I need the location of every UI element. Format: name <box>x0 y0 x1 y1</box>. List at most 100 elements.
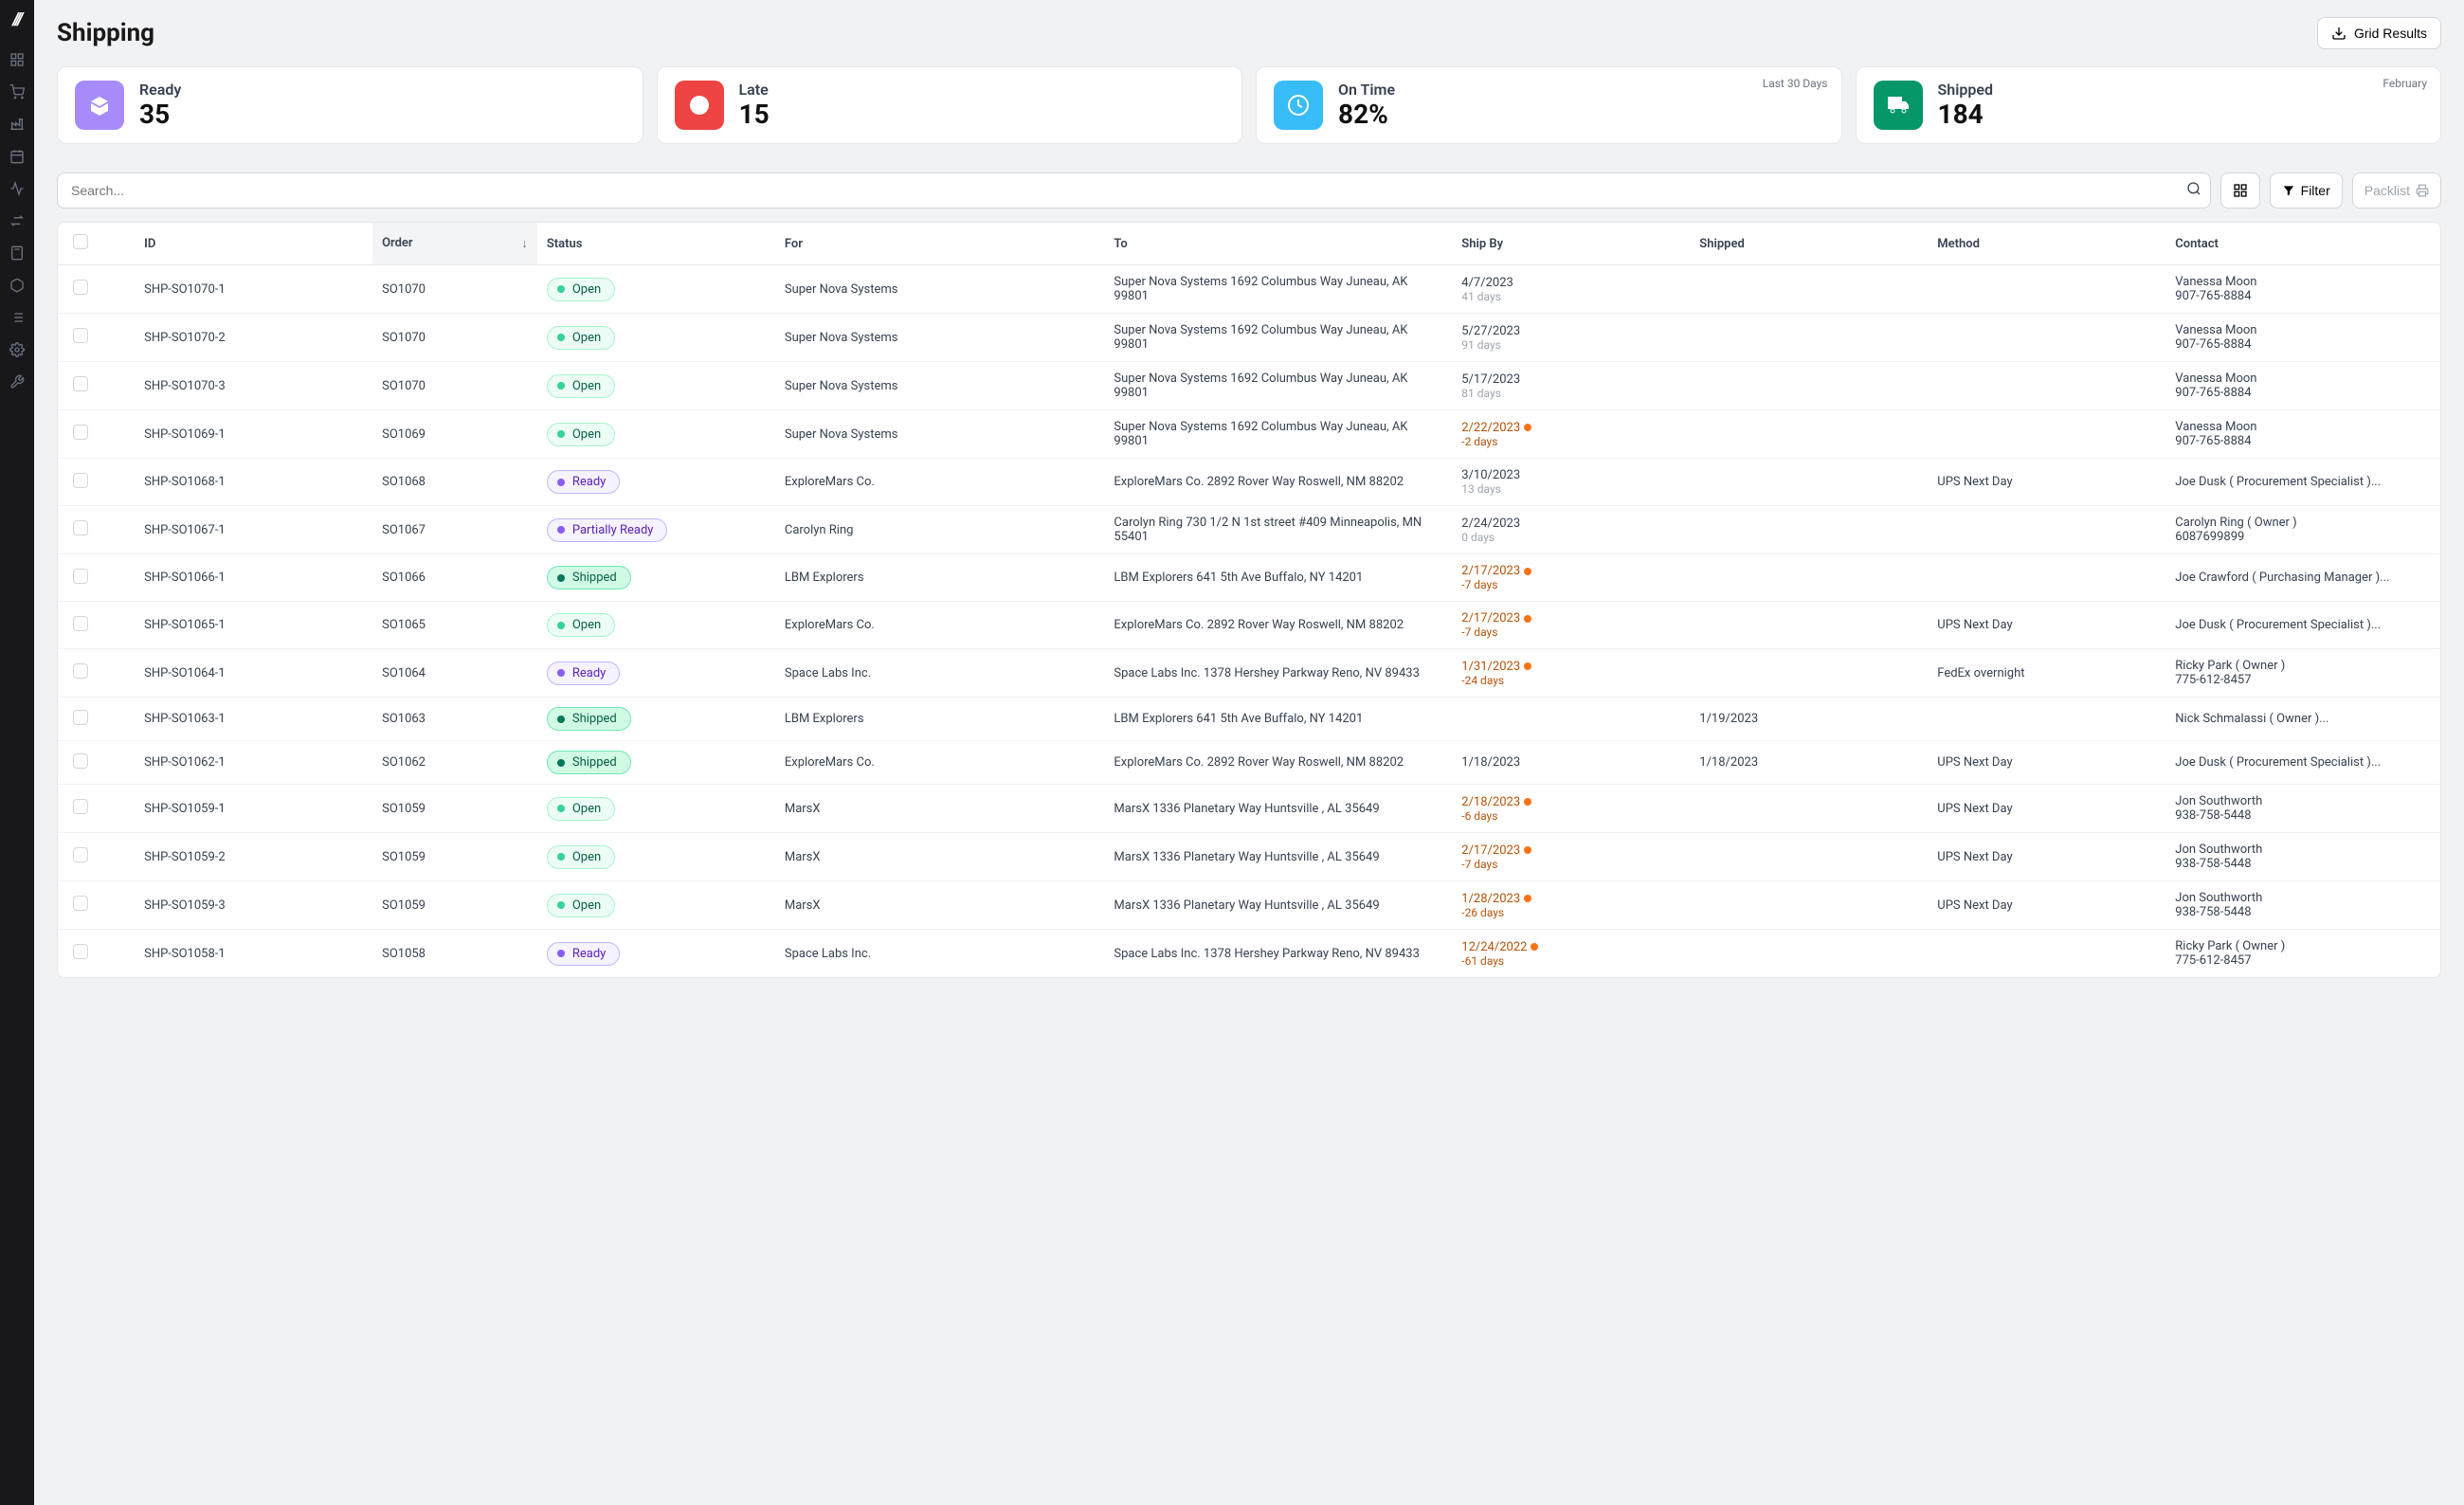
cell-order: SO1066 <box>372 554 537 602</box>
filter-label: Filter <box>2301 183 2330 198</box>
column-header[interactable]: Shipped <box>1690 223 1928 265</box>
table-row[interactable]: SHP-SO1066-1 SO1066 Shipped LBM Explorer… <box>58 554 2440 602</box>
cell-contact: Jon Southworth 938-758-5448 <box>2165 785 2440 833</box>
column-header[interactable]: To <box>1104 223 1452 265</box>
cell-contact: Ricky Park ( Owner ) 775-612-8457 <box>2165 649 2440 698</box>
cell-shipped <box>1690 410 1928 459</box>
download-icon <box>2331 26 2346 41</box>
row-checkbox[interactable] <box>73 896 88 911</box>
row-checkbox[interactable] <box>73 663 88 679</box>
row-checkbox[interactable] <box>73 569 88 584</box>
cell-shipped <box>1690 930 1928 978</box>
column-header[interactable]: For <box>775 223 1105 265</box>
row-checkbox[interactable] <box>73 753 88 769</box>
row-checkbox[interactable] <box>73 616 88 631</box>
nav-cart-icon[interactable] <box>8 82 27 101</box>
nav-activity-icon[interactable] <box>8 179 27 198</box>
cell-method <box>1928 265 2165 314</box>
cell-to: MarsX 1336 Planetary Way Huntsville , AL… <box>1104 785 1452 833</box>
cell-for: Super Nova Systems <box>775 265 1105 314</box>
row-checkbox[interactable] <box>73 280 88 295</box>
nav-factory-icon[interactable] <box>8 115 27 134</box>
nav-dashboard-icon[interactable] <box>8 50 27 69</box>
cell-shipped <box>1690 362 1928 410</box>
grid-results-button[interactable]: Grid Results <box>2317 17 2441 49</box>
view-toggle-button[interactable] <box>2220 172 2260 209</box>
sort-arrow-down-icon: ↓ <box>521 236 528 251</box>
cell-ship-by: 2/18/2023 -6 days <box>1452 785 1690 833</box>
table-row[interactable]: SHP-SO1070-1 SO1070 Open Super Nova Syst… <box>58 265 2440 314</box>
table-row[interactable]: SHP-SO1067-1 SO1067 Partially Ready Caro… <box>58 506 2440 554</box>
nav-calendar-icon[interactable] <box>8 147 27 166</box>
table-row[interactable]: SHP-SO1059-1 SO1059 Open MarsX MarsX 133… <box>58 785 2440 833</box>
cell-method <box>1928 554 2165 602</box>
cell-id: SHP-SO1070-3 <box>135 362 372 410</box>
row-checkbox[interactable] <box>73 520 88 535</box>
nav-package-icon[interactable] <box>8 276 27 295</box>
table-row[interactable]: SHP-SO1058-1 SO1058 Ready Space Labs Inc… <box>58 930 2440 978</box>
nav-list-icon[interactable] <box>8 308 27 327</box>
cell-method <box>1928 314 2165 362</box>
row-checkbox[interactable] <box>73 376 88 391</box>
cell-order: SO1070 <box>372 362 537 410</box>
table-row[interactable]: SHP-SO1064-1 SO1064 Ready Space Labs Inc… <box>58 649 2440 698</box>
row-checkbox[interactable] <box>73 328 88 343</box>
cell-ship-by: 1/28/2023 -26 days <box>1452 881 1690 930</box>
row-checkbox[interactable] <box>73 473 88 488</box>
cell-for: ExploreMars Co. <box>775 459 1105 506</box>
cell-method: UPS Next Day <box>1928 741 2165 785</box>
column-header[interactable]: Status <box>537 223 775 265</box>
table-row[interactable]: SHP-SO1063-1 SO1063 Shipped LBM Explorer… <box>58 698 2440 741</box>
search-input[interactable] <box>57 172 2211 209</box>
cell-to: MarsX 1336 Planetary Way Huntsville , AL… <box>1104 833 1452 881</box>
cell-ship-by <box>1452 698 1690 741</box>
column-header[interactable]: Contact <box>2165 223 2440 265</box>
row-checkbox[interactable] <box>73 847 88 862</box>
nav-wrench-icon[interactable] <box>8 372 27 391</box>
row-checkbox[interactable] <box>73 710 88 725</box>
status-badge: Open <box>547 845 615 869</box>
nav-transfer-icon[interactable] <box>8 211 27 230</box>
cell-order: SO1064 <box>372 649 537 698</box>
nav-calculator-icon[interactable] <box>8 244 27 263</box>
row-checkbox[interactable] <box>73 425 88 440</box>
status-badge: Open <box>547 797 615 821</box>
packlist-button[interactable]: Packlist <box>2352 172 2441 209</box>
row-checkbox[interactable] <box>73 944 88 959</box>
table-row[interactable]: SHP-SO1069-1 SO1069 Open Super Nova Syst… <box>58 410 2440 459</box>
logo-icon: /// <box>12 9 21 29</box>
table-row[interactable]: SHP-SO1059-2 SO1059 Open MarsX MarsX 133… <box>58 833 2440 881</box>
cell-shipped: 1/19/2023 <box>1690 698 1928 741</box>
column-header[interactable]: Order↓ <box>372 223 537 265</box>
cell-ship-by: 2/24/2023 0 days <box>1452 506 1690 554</box>
cell-for: Super Nova Systems <box>775 362 1105 410</box>
nav-settings-icon[interactable] <box>8 340 27 359</box>
table-row[interactable]: SHP-SO1059-3 SO1059 Open MarsX MarsX 133… <box>58 881 2440 930</box>
status-dot-icon <box>557 574 565 582</box>
cell-id: SHP-SO1068-1 <box>135 459 372 506</box>
table-row[interactable]: SHP-SO1070-2 SO1070 Open Super Nova Syst… <box>58 314 2440 362</box>
search-icon[interactable] <box>2186 181 2201 200</box>
table-row[interactable]: SHP-SO1065-1 SO1065 Open ExploreMars Co.… <box>58 602 2440 649</box>
cell-to: ExploreMars Co. 2892 Rover Way Roswell, … <box>1104 741 1452 785</box>
cell-for: Carolyn Ring <box>775 506 1105 554</box>
cell-for: LBM Explorers <box>775 698 1105 741</box>
status-dot-icon <box>557 669 565 677</box>
cell-contact: Vanessa Moon 907-765-8884 <box>2165 265 2440 314</box>
cell-shipped <box>1690 833 1928 881</box>
card-label: Late <box>739 81 770 99</box>
status-dot-icon <box>557 334 565 341</box>
cell-ship-by: 5/27/2023 91 days <box>1452 314 1690 362</box>
cell-for: Space Labs Inc. <box>775 649 1105 698</box>
table-row[interactable]: SHP-SO1070-3 SO1070 Open Super Nova Syst… <box>58 362 2440 410</box>
cell-contact: Joe Dusk ( Procurement Specialist )... <box>2165 459 2440 506</box>
table-row[interactable]: SHP-SO1068-1 SO1068 Ready ExploreMars Co… <box>58 459 2440 506</box>
filter-button[interactable]: Filter <box>2270 172 2343 209</box>
cell-method <box>1928 410 2165 459</box>
column-header[interactable]: Ship By <box>1452 223 1690 265</box>
column-header[interactable]: Method <box>1928 223 2165 265</box>
row-checkbox[interactable] <box>73 799 88 814</box>
select-all-checkbox[interactable] <box>73 234 88 249</box>
table-row[interactable]: SHP-SO1062-1 SO1062 Shipped ExploreMars … <box>58 741 2440 785</box>
column-header[interactable]: ID <box>135 223 372 265</box>
